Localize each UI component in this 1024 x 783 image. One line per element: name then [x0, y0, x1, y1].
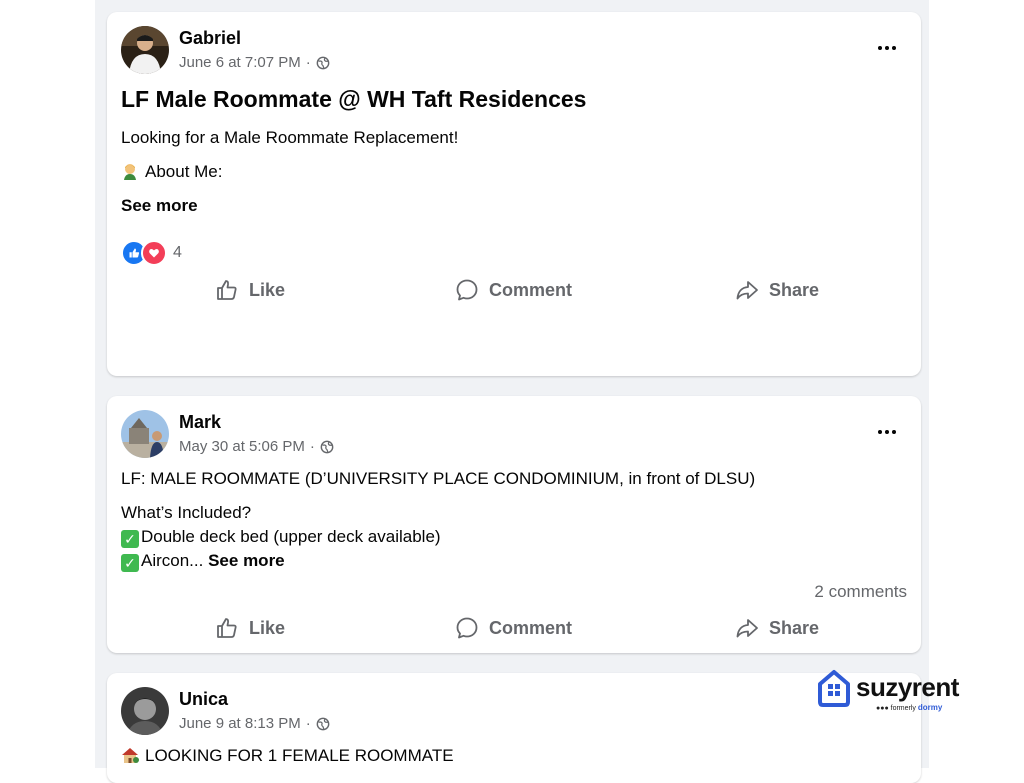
post-timestamp[interactable]: May 30 at 5:06 PM ·: [179, 438, 334, 455]
post-body-line: ✓ Aircon... See more: [121, 549, 285, 573]
brand-name: suzyrent: [856, 672, 959, 702]
comments-count[interactable]: 2 comments: [814, 582, 907, 602]
check-mark-icon: ✓: [121, 530, 139, 548]
post-actions: Like Comment Share: [107, 610, 921, 646]
reaction-count: 4: [173, 244, 182, 261]
separator-dot: ·: [305, 715, 311, 732]
post-body-line: Looking for a Male Roommate Replacement!: [121, 128, 459, 147]
post-actions: Like Comment Share: [107, 272, 921, 308]
post-timestamp[interactable]: June 6 at 7:07 PM ·: [179, 54, 330, 71]
comment-label: Comment: [489, 617, 573, 638]
comment-icon: [456, 279, 478, 301]
post-body-line: LOOKING FOR 1 FEMALE ROOMMATE: [121, 744, 454, 768]
comment-label: Comment: [489, 279, 573, 300]
like-label: Like: [249, 279, 286, 300]
share-label: Share: [769, 617, 820, 638]
comment-button[interactable]: Comment: [455, 272, 572, 308]
share-icon: [736, 281, 758, 300]
brand-subtitle: ●●● formerly dormy: [876, 703, 943, 712]
reactions-summary[interactable]: 4: [121, 240, 182, 266]
like-button[interactable]: Like: [215, 272, 285, 308]
separator-dot: ·: [309, 438, 315, 455]
comment-icon: [456, 617, 478, 639]
suzyrent-watermark: suzyrent ●●● formerly dormy: [816, 666, 976, 718]
globe-icon: [316, 717, 330, 730]
post-body-line: What’s Included?: [121, 503, 252, 522]
share-icon: [736, 619, 758, 638]
timestamp-text[interactable]: June 9 at 8:13 PM: [179, 715, 301, 732]
check-mark-icon: ✓: [121, 554, 139, 572]
thumbs-up-icon: [217, 280, 237, 300]
share-label: Share: [769, 279, 820, 300]
like-button[interactable]: Like: [215, 610, 285, 646]
post-author[interactable]: Unica: [179, 689, 228, 710]
post-body-line: LF: MALE ROOMMATE (D’UNIVERSITY PLACE CO…: [121, 469, 756, 488]
post-card-mark: Mark May 30 at 5:06 PM · LF: MALE ROOMMA…: [107, 396, 921, 653]
post-body-line: About Me:: [121, 160, 223, 184]
timestamp-text[interactable]: May 30 at 5:06 PM: [179, 438, 305, 455]
see-more-link[interactable]: See more: [121, 194, 198, 218]
like-label: Like: [249, 617, 286, 638]
house-logo-icon: [818, 670, 850, 707]
avatar[interactable]: [121, 26, 169, 74]
post-card-gabriel: Gabriel June 6 at 7:07 PM · LF Male Room…: [107, 12, 921, 376]
post-body-line: ✓ Double deck bed (upper deck available): [121, 525, 441, 549]
share-button[interactable]: Share: [735, 610, 819, 646]
share-button[interactable]: Share: [735, 272, 819, 308]
house-emoji-icon: [121, 746, 139, 764]
separator-dot: ·: [305, 54, 311, 71]
post-timestamp[interactable]: June 9 at 8:13 PM ·: [179, 715, 330, 732]
post-author[interactable]: Mark: [179, 412, 221, 433]
thumbs-up-icon: [217, 618, 237, 638]
more-options-button[interactable]: [873, 422, 901, 442]
timestamp-text[interactable]: June 6 at 7:07 PM: [179, 54, 301, 71]
see-more-link[interactable]: See more: [208, 551, 285, 570]
post-card-unica: Unica June 9 at 8:13 PM · LOOKING FOR 1 …: [107, 673, 921, 783]
post-author[interactable]: Gabriel: [179, 28, 241, 49]
globe-icon: [320, 440, 334, 453]
post-title: LF Male Roommate @ WH Taft Residences: [121, 86, 587, 112]
avatar[interactable]: [121, 687, 169, 735]
more-options-button[interactable]: [873, 38, 901, 58]
comment-button[interactable]: Comment: [455, 610, 572, 646]
love-icon: [141, 240, 167, 266]
avatar[interactable]: [121, 410, 169, 458]
globe-icon: [316, 56, 330, 69]
man-emoji-icon: [121, 162, 139, 180]
